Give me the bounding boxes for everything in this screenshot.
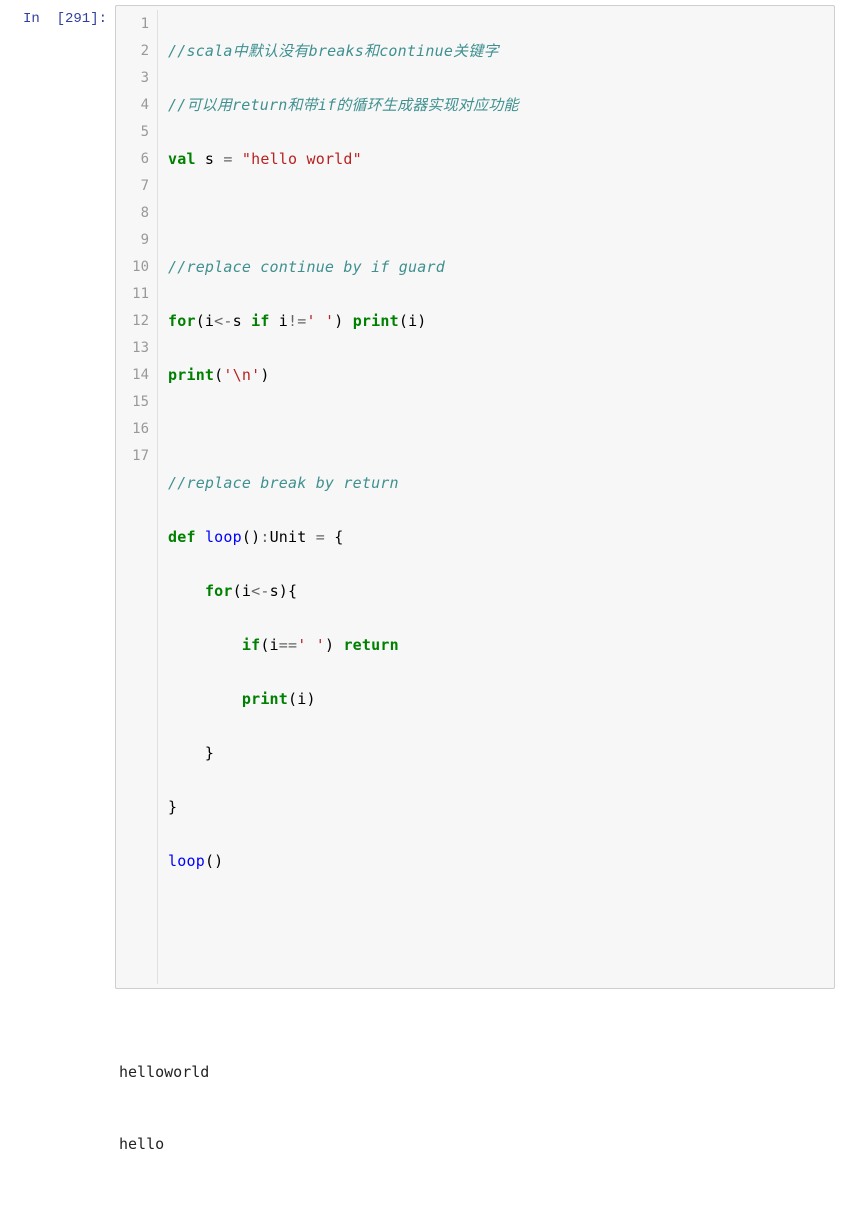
code-line[interactable] [168, 902, 826, 929]
code-line[interactable]: val s = "hello world" [168, 146, 826, 173]
line-number: 12 [116, 308, 149, 335]
code-line[interactable]: if(i==' ') return [168, 632, 826, 659]
code-editor[interactable]: 1 2 3 4 5 6 7 8 9 10 11 12 13 14 15 16 1… [115, 5, 835, 989]
code-line[interactable]: for(i<-s){ [168, 578, 826, 605]
code-line[interactable] [168, 416, 826, 443]
code-line[interactable]: //replace continue by if guard [168, 254, 826, 281]
line-number: 1 [116, 11, 149, 38]
line-number: 14 [116, 362, 149, 389]
line-number: 6 [116, 146, 149, 173]
line-number: 4 [116, 92, 149, 119]
line-number: 3 [116, 65, 149, 92]
code-line[interactable]: def loop():Unit = { [168, 524, 826, 551]
in-prompt: In [291]: [0, 5, 115, 27]
code-line[interactable]: } [168, 740, 826, 767]
line-number: 8 [116, 200, 149, 227]
line-number: 11 [116, 281, 149, 308]
code-line[interactable]: for(i<-s if i!=' ') print(i) [168, 308, 826, 335]
code-line[interactable]: //可以用return和带if的循环生成器实现对应功能 [168, 92, 826, 119]
line-number: 15 [116, 389, 149, 416]
code-line[interactable]: print('\n') [168, 362, 826, 389]
code-line[interactable]: loop() [168, 848, 826, 875]
line-number: 10 [116, 254, 149, 281]
line-number: 5 [116, 119, 149, 146]
line-number: 13 [116, 335, 149, 362]
input-cell: In [291]: 1 2 3 4 5 6 7 8 9 10 11 12 13 … [0, 0, 846, 989]
code-line[interactable]: //scala中默认没有breaks和continue关键字 [168, 38, 826, 65]
stdout-line: helloworld [119, 1060, 827, 1084]
stdout-line: hello [119, 1132, 827, 1156]
line-number: 16 [116, 416, 149, 443]
line-number: 17 [116, 443, 149, 470]
stdout-output: helloworld hello [115, 1010, 835, 1208]
line-number: 9 [116, 227, 149, 254]
code-content[interactable]: //scala中默认没有breaks和continue关键字 //可以用retu… [158, 10, 834, 984]
line-gutter: 1 2 3 4 5 6 7 8 9 10 11 12 13 14 15 16 1… [116, 10, 158, 984]
code-line[interactable]: print(i) [168, 686, 826, 713]
code-line[interactable] [168, 200, 826, 227]
stdout-prompt-spacer [0, 1010, 115, 1016]
stdout-cell: helloworld hello [0, 1005, 846, 1208]
code-line[interactable]: //replace break by return [168, 470, 826, 497]
line-number: 2 [116, 38, 149, 65]
line-number: 7 [116, 173, 149, 200]
code-line[interactable]: } [168, 794, 826, 821]
